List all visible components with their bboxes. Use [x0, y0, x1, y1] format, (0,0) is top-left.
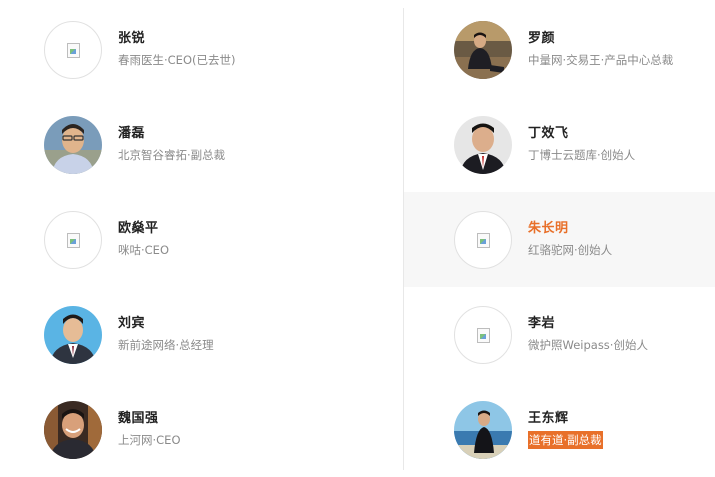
list-item[interactable]: 王东辉 道有道·副总裁 [404, 382, 715, 477]
person-title: 咪咕·CEO [118, 243, 170, 257]
avatar[interactable] [44, 210, 102, 269]
broken-image-icon [477, 232, 490, 248]
avatar[interactable] [454, 115, 512, 174]
avatar[interactable] [454, 305, 512, 364]
list-item[interactable]: 刘宾 新前途网络·总经理 [0, 287, 403, 382]
list-item-hovered[interactable]: 朱长明 红骆驼网·创始人 [404, 192, 715, 287]
broken-image-icon [477, 327, 490, 343]
person-title: 中量网·交易王·产品中心总裁 [528, 53, 674, 67]
avatar[interactable] [44, 400, 102, 459]
right-column: 罗颜 中量网·交易王·产品中心总裁 丁效飞 丁博士云题库·创始人 朱长明 红骆驼… [404, 0, 715, 470]
person-name[interactable]: 丁效飞 [528, 125, 635, 143]
broken-image-icon [67, 42, 80, 58]
person-photo-icon [44, 305, 102, 364]
person-name[interactable]: 潘磊 [118, 125, 225, 143]
person-photo-icon [454, 20, 512, 79]
avatar[interactable] [454, 20, 512, 79]
list-item[interactable]: 欧燊平 咪咕·CEO [0, 192, 403, 287]
list-item[interactable]: 李岩 微护照Weipass·创始人 [404, 287, 715, 382]
person-photo-icon [44, 115, 102, 174]
person-title: 新前途网络·总经理 [118, 338, 214, 352]
person-name[interactable]: 朱长明 [528, 220, 612, 238]
person-title: 北京智谷睿拓·副总裁 [118, 148, 226, 162]
person-title: 丁博士云题库·创始人 [528, 148, 636, 162]
person-name[interactable]: 刘宾 [118, 315, 214, 333]
person-name[interactable]: 魏国强 [118, 410, 181, 428]
person-title-selected: 道有道·副总裁 [528, 431, 603, 449]
person-title: 上河网·CEO [118, 433, 181, 447]
list-item[interactable]: 丁效飞 丁博士云题库·创始人 [404, 97, 715, 192]
avatar[interactable] [44, 305, 102, 364]
avatar[interactable] [454, 400, 512, 459]
person-name[interactable]: 张锐 [118, 30, 235, 48]
avatar[interactable] [454, 210, 512, 269]
person-name[interactable]: 罗颜 [528, 30, 673, 48]
avatar[interactable] [44, 115, 102, 174]
broken-image-icon [67, 232, 80, 248]
person-title: 春雨医生·CEO(已去世) [118, 53, 236, 67]
list-item[interactable]: 魏国强 上河网·CEO [0, 382, 403, 477]
list-item[interactable]: 罗颜 中量网·交易王·产品中心总裁 [404, 2, 715, 97]
person-title: 微护照Weipass·创始人 [528, 338, 648, 352]
person-photo-icon [454, 400, 512, 459]
left-column: 张锐 春雨医生·CEO(已去世) 潘磊 北京智谷睿拓·副总裁 欧燊平 咪咕·CE [0, 0, 403, 470]
person-photo-icon [454, 115, 512, 174]
avatar[interactable] [44, 20, 102, 79]
person-photo-icon [44, 400, 102, 459]
person-name[interactable]: 欧燊平 [118, 220, 169, 238]
person-name[interactable]: 李岩 [528, 315, 648, 333]
person-title: 红骆驼网·创始人 [528, 243, 613, 257]
person-name[interactable]: 王东辉 [528, 410, 603, 428]
list-item[interactable]: 潘磊 北京智谷睿拓·副总裁 [0, 97, 403, 192]
list-item[interactable]: 张锐 春雨医生·CEO(已去世) [0, 2, 403, 97]
